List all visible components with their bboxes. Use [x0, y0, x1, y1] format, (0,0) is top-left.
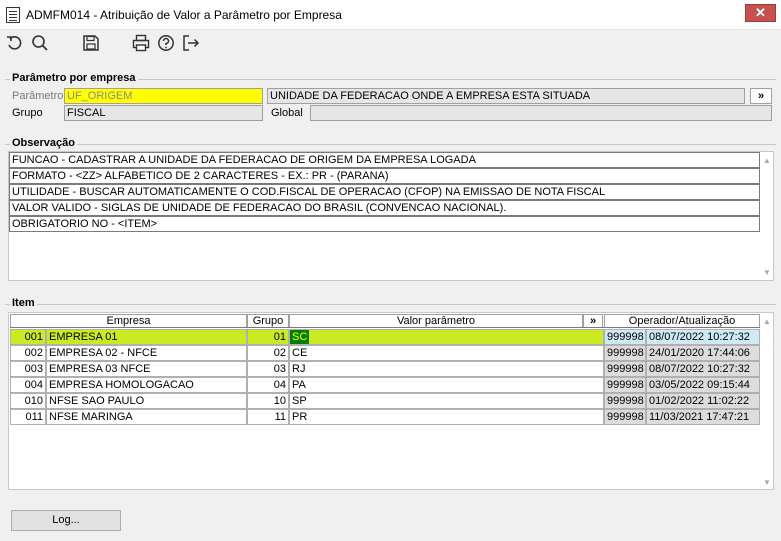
- column-header-empresa[interactable]: Empresa: [10, 314, 247, 328]
- observacao-divider: [5, 144, 776, 145]
- column-header-operador[interactable]: Operador/Atualização: [604, 314, 760, 328]
- operador-cell: 999998: [604, 361, 646, 377]
- atualizacao-cell: 08/07/2022 10:27:32: [646, 329, 760, 345]
- empresa-code-cell: 004: [10, 377, 46, 393]
- valor-cell[interactable]: SP: [289, 393, 604, 409]
- atualizacao-cell: 08/07/2022 10:27:32: [646, 361, 760, 377]
- operador-cell: 999998: [604, 345, 646, 361]
- parametro-label: Parâmetro: [12, 90, 64, 102]
- window-title: ADMFM014 - Atribuição de Valor a Parâmet…: [26, 8, 342, 22]
- global-label: Global: [271, 107, 303, 119]
- search-icon[interactable]: [30, 33, 50, 53]
- grupo-cell: 10: [247, 393, 289, 409]
- valor-cell[interactable]: CE: [289, 345, 604, 361]
- empresa-code-cell: 010: [10, 393, 46, 409]
- scroll-down-icon[interactable]: ▼: [761, 477, 773, 489]
- close-button[interactable]: ✕: [745, 4, 776, 22]
- empresa-name-cell: NFSE MARINGA: [46, 409, 247, 425]
- scroll-down-icon[interactable]: ▼: [761, 267, 773, 279]
- valor-cell[interactable]: PA: [289, 377, 604, 393]
- operador-cell: 999998: [604, 329, 646, 345]
- save-icon[interactable]: [81, 33, 101, 53]
- column-expand-button[interactable]: »: [583, 314, 603, 328]
- atualizacao-cell: 24/01/2020 17:44:06: [646, 345, 760, 361]
- atualizacao-cell: 11/03/2021 17:47:21: [646, 409, 760, 425]
- document-icon: [6, 7, 20, 23]
- empresa-name-cell: EMPRESA 01: [46, 329, 247, 345]
- exit-icon[interactable]: [181, 33, 201, 53]
- parametro-descricao-field: UNIDADE DA FEDERACAO ONDE A EMPRESA ESTA…: [267, 88, 745, 104]
- item-section-legend: Item: [10, 297, 37, 309]
- operador-cell: 999998: [604, 409, 646, 425]
- observacao-line: OBRIGATORIO NO - <ITEM>: [9, 216, 760, 232]
- valor-cell[interactable]: SC: [289, 329, 604, 345]
- observacao-line: FUNCAO - CADASTRAR A UNIDADE DA FEDERACA…: [9, 152, 760, 168]
- empresa-code-cell: 011: [10, 409, 46, 425]
- empresa-name-cell: EMPRESA 02 - NFCE: [46, 345, 247, 361]
- observacao-line: UTILIDADE - BUSCAR AUTOMATICAMENTE O COD…: [9, 184, 760, 200]
- undo-icon[interactable]: [5, 33, 25, 53]
- scroll-up-icon[interactable]: ▲: [761, 155, 773, 167]
- log-button[interactable]: Log...: [11, 510, 121, 531]
- print-icon[interactable]: [131, 33, 151, 53]
- observacao-line: VALOR VALIDO - SIGLAS DE UNIDADE DE FEDE…: [9, 200, 760, 216]
- column-header-grupo[interactable]: Grupo: [247, 314, 289, 328]
- grupo-cell: 11: [247, 409, 289, 425]
- expand-button[interactable]: »: [750, 88, 772, 104]
- atualizacao-cell: 03/05/2022 09:15:44: [646, 377, 760, 393]
- empresa-code-cell: 002: [10, 345, 46, 361]
- observacao-line: FORMATO - <ZZ> ALFABETICO DE 2 CARACTERE…: [9, 168, 760, 184]
- parametro-section-legend: Parâmetro por empresa: [10, 72, 138, 84]
- column-header-valor[interactable]: Valor parâmetro: [289, 314, 583, 328]
- operador-cell: 999998: [604, 377, 646, 393]
- observacao-section-legend: Observação: [10, 137, 77, 149]
- global-field: [310, 105, 772, 121]
- grupo-field: FISCAL: [64, 105, 263, 121]
- parametro-field[interactable]: UF_ORIGEM: [64, 88, 263, 104]
- empresa-name-cell: EMPRESA 03 NFCE: [46, 361, 247, 377]
- valor-cell[interactable]: PR: [289, 409, 604, 425]
- help-icon[interactable]: [156, 33, 176, 53]
- empresa-name-cell: NFSE SAO PAULO: [46, 393, 247, 409]
- atualizacao-cell: 01/02/2022 11:02:22: [646, 393, 760, 409]
- grupo-cell: 02: [247, 345, 289, 361]
- operador-cell: 999998: [604, 393, 646, 409]
- valor-cell[interactable]: RJ: [289, 361, 604, 377]
- item-divider: [5, 304, 776, 305]
- empresa-code-cell: 003: [10, 361, 46, 377]
- empresa-name-cell: EMPRESA HOMOLOGACAO: [46, 377, 247, 393]
- grupo-label: Grupo: [12, 107, 43, 119]
- grupo-cell: 01: [247, 329, 289, 345]
- empresa-code-cell: 001: [10, 329, 46, 345]
- header-divider: [10, 327, 760, 328]
- grupo-cell: 04: [247, 377, 289, 393]
- selected-value-text[interactable]: SC: [290, 330, 310, 344]
- scroll-up-icon[interactable]: ▲: [761, 316, 773, 328]
- grupo-cell: 03: [247, 361, 289, 377]
